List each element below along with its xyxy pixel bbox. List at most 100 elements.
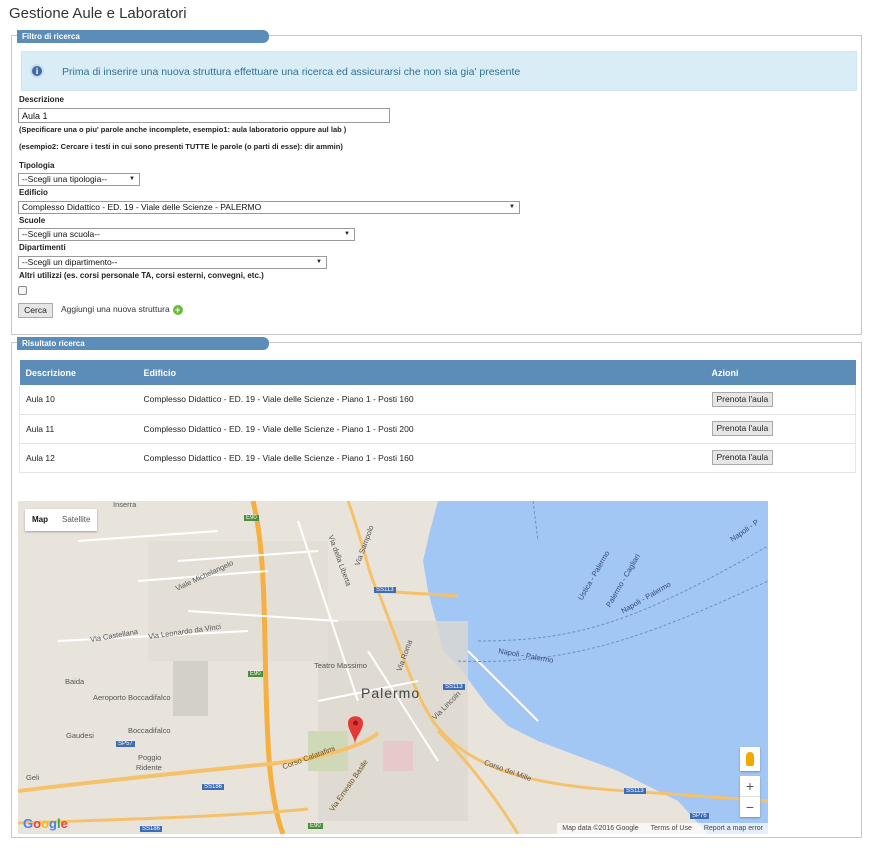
cell-azioni: Prenota l'aula bbox=[705, 414, 856, 444]
table-row: Aula 10 Complesso Didattico - ED. 19 - V… bbox=[19, 385, 856, 415]
cell-edificio: Complesso Didattico - ED. 19 - Viale del… bbox=[137, 414, 706, 444]
road-shield: E90 bbox=[308, 823, 323, 829]
map-label: Teatro Massimo bbox=[314, 661, 367, 670]
alert-text: Prima di inserire una nuova struttura ef… bbox=[62, 66, 521, 78]
prenota-button[interactable]: Prenota l'aula bbox=[711, 391, 774, 407]
road-shield: SP76 bbox=[690, 813, 709, 819]
zoom-in-button[interactable]: + bbox=[740, 776, 760, 797]
cell-azioni: Prenota l'aula bbox=[705, 443, 856, 473]
edificio-select[interactable]: Complesso Didattico - ED. 19 - Viale del… bbox=[18, 201, 520, 214]
table-header-row: Descrizione Edificio Azioni bbox=[19, 360, 856, 385]
column-header-azioni: Azioni bbox=[705, 360, 856, 385]
map-label: Via Ernesto Basile bbox=[327, 757, 370, 814]
map-label: Via Lincoln bbox=[430, 689, 463, 722]
map-label: Boccadifalco bbox=[128, 726, 171, 735]
map-type-control: Map Satellite bbox=[25, 509, 98, 531]
satellite-tab[interactable]: Satellite bbox=[55, 509, 97, 531]
tipologia-value: --Scegli una tipologia-- bbox=[22, 174, 108, 184]
map-label: Poggio bbox=[138, 753, 162, 762]
pegman-icon[interactable] bbox=[740, 747, 760, 771]
dipartimenti-select[interactable]: --Scegli un dipartimento-- ▼ bbox=[18, 256, 327, 269]
cell-edificio: Complesso Didattico - ED. 19 - Viale del… bbox=[137, 443, 706, 473]
road-shield: E90 bbox=[248, 671, 263, 677]
chevron-down-icon: ▼ bbox=[129, 176, 135, 182]
altri-utilizzi-label: Altri utilizzi (es. corsi personale TA, … bbox=[19, 271, 264, 280]
filter-legend: Filtro di ricerca bbox=[17, 30, 269, 43]
dipartimenti-label: Dipartimenti bbox=[19, 243, 66, 252]
terms-link[interactable]: Terms of Use bbox=[651, 823, 692, 834]
results-table: Descrizione Edificio Azioni Aula 10 Comp… bbox=[19, 360, 856, 473]
descrizione-hint-2: (esempio2: Cercare i testi in cui sono p… bbox=[19, 142, 343, 151]
cerca-button[interactable]: Cerca bbox=[18, 303, 53, 318]
google-logo: Google bbox=[23, 816, 68, 831]
info-icon: i bbox=[30, 64, 44, 78]
map-label: Aeroporto Boccadifalco bbox=[93, 693, 171, 702]
descrizione-input[interactable]: Aula 1 bbox=[18, 108, 390, 123]
chevron-down-icon: ▼ bbox=[316, 259, 322, 265]
map-footer: Map data ©2016 Google Terms of Use Repor… bbox=[557, 823, 768, 834]
road-shield: SS186 bbox=[202, 784, 225, 790]
chevron-down-icon: ▼ bbox=[509, 204, 515, 210]
altri-utilizzi-checkbox[interactable] bbox=[18, 286, 27, 295]
filter-panel: Filtro di ricerca i Prima di inserire un… bbox=[11, 30, 862, 335]
edificio-value: Complesso Didattico - ED. 19 - Viale del… bbox=[22, 202, 262, 212]
map-label: Via Castellana bbox=[89, 626, 139, 645]
tipologia-label: Tipologia bbox=[19, 161, 55, 170]
add-icon: + bbox=[172, 304, 183, 315]
info-alert: i Prima di inserire una nuova struttura … bbox=[21, 51, 857, 91]
map-labels: Palermo Teatro Massimo Aeroporto Boccadi… bbox=[18, 501, 768, 834]
map-label: Corso Calatafimi bbox=[281, 743, 337, 772]
road-shield: E90 bbox=[244, 515, 259, 521]
chevron-down-icon: ▼ bbox=[344, 231, 350, 237]
map-label: Corso dei Mille bbox=[482, 757, 533, 784]
aggiungi-label: Aggiungi una nuova struttura bbox=[61, 304, 170, 314]
map-label: Inserra bbox=[113, 501, 137, 509]
table-row: Aula 12 Complesso Didattico - ED. 19 - V… bbox=[19, 443, 856, 473]
map-label: Via Leonardo da Vinci bbox=[147, 621, 222, 642]
aggiungi-struttura-link[interactable]: Aggiungi una nuova struttura + bbox=[61, 304, 183, 315]
descrizione-label: Descrizione bbox=[19, 95, 64, 104]
map-view[interactable]: Palermo Teatro Massimo Aeroporto Boccadi… bbox=[18, 501, 768, 834]
road-shield: SS186 bbox=[140, 826, 163, 832]
map-label: Geli bbox=[26, 773, 40, 782]
column-header-descrizione: Descrizione bbox=[19, 360, 138, 385]
map-label: Via Sampolo bbox=[352, 524, 376, 567]
map-label: Ustica - Palermo bbox=[575, 549, 612, 602]
column-header-edificio: Edificio bbox=[137, 360, 706, 385]
map-label: Viale Michelangelo bbox=[174, 558, 235, 593]
tipologia-select[interactable]: --Scegli una tipologia-- ▼ bbox=[18, 173, 140, 186]
zoom-out-button[interactable]: − bbox=[740, 797, 760, 817]
scuole-label: Scuole bbox=[19, 216, 46, 225]
scuole-value: --Scegli una scuola-- bbox=[22, 229, 100, 239]
cell-descrizione: Aula 10 bbox=[19, 385, 138, 415]
map-label: Napoli - Palermo bbox=[619, 579, 673, 616]
map-label: Via Roma bbox=[394, 638, 415, 673]
cell-descrizione: Aula 12 bbox=[19, 443, 138, 473]
road-shield: SS113 bbox=[624, 788, 646, 794]
map-label: Baida bbox=[65, 677, 85, 686]
map-tab[interactable]: Map bbox=[25, 509, 55, 531]
map-label: Ridente bbox=[136, 763, 162, 772]
zoom-control: + − bbox=[740, 776, 760, 817]
report-error-link[interactable]: Report a map error bbox=[704, 823, 763, 834]
edificio-label: Edificio bbox=[19, 188, 48, 197]
page-title: Gestione Aule e Laboratori bbox=[9, 5, 187, 22]
map-label: Napoli - Palermo bbox=[497, 646, 555, 665]
map-label: Napoli - P bbox=[728, 517, 761, 544]
cell-descrizione: Aula 11 bbox=[19, 414, 138, 444]
road-shield: SS113 bbox=[374, 587, 396, 593]
dipartimenti-value: --Scegli un dipartimento-- bbox=[22, 257, 118, 267]
map-label: Via della Liberta bbox=[326, 533, 354, 588]
results-panel: Risultato ricerca Descrizione Edificio A… bbox=[11, 337, 862, 838]
descrizione-hint-1: (Specificare una o piu' parole anche inc… bbox=[19, 125, 347, 134]
road-shield: SS113 bbox=[443, 684, 465, 690]
map-label: Gaudesi bbox=[66, 731, 94, 740]
scuole-select[interactable]: --Scegli una scuola-- ▼ bbox=[18, 228, 355, 241]
map-data-credit: Map data ©2016 Google bbox=[562, 825, 639, 832]
map-label-city: Palermo bbox=[361, 685, 421, 701]
results-legend: Risultato ricerca bbox=[17, 337, 269, 350]
cell-edificio: Complesso Didattico - ED. 19 - Viale del… bbox=[137, 385, 706, 415]
prenota-button[interactable]: Prenota l'aula bbox=[711, 450, 774, 465]
prenota-button[interactable]: Prenota l'aula bbox=[711, 421, 774, 436]
table-row: Aula 11 Complesso Didattico - ED. 19 - V… bbox=[19, 414, 856, 444]
